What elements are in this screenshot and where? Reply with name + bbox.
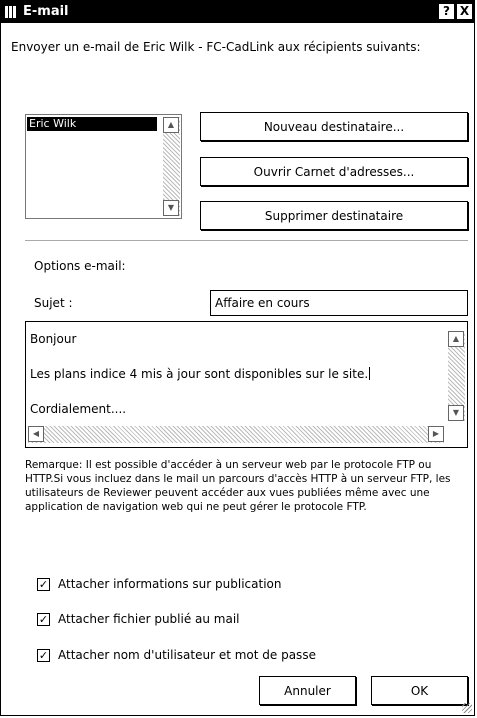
close-button[interactable]: X [457, 4, 472, 19]
text-caret [369, 367, 371, 380]
arrow-up-icon[interactable]: ▲ [163, 117, 179, 133]
recipients-list[interactable]: Eric Wilk ▲ ▼ [25, 114, 182, 219]
message-vertical-scrollbar[interactable]: ▲ ▼ [448, 331, 465, 421]
resize-grip-icon[interactable] [462, 703, 472, 713]
list-item[interactable]: Eric Wilk [27, 117, 157, 131]
note-text: Remarque: Il est possible d'accéder à un… [25, 459, 451, 513]
message-body[interactable]: Bonjour Les plans indice 4 mis à jour so… [25, 321, 468, 448]
delete-recipient-button[interactable]: Supprimer destinataire [200, 201, 468, 230]
checkbox-label: Attacher fichier publié au mail [58, 612, 240, 626]
bars-app-icon [5, 6, 19, 18]
checkbox-label: Attacher informations sur publication [58, 577, 282, 591]
message-line: Les plans indice 4 mis à jour sont dispo… [30, 367, 371, 381]
open-address-book-button[interactable]: Ouvrir Carnet d'adresses... [200, 157, 468, 186]
subject-input[interactable]: Affaire en cours [210, 290, 468, 316]
options-label: Options e-mail: [34, 259, 126, 273]
email-dialog: E-mail ? X Envoyer un e-mail de Eric Wil… [0, 0, 475, 716]
subject-label: Sujet : [34, 296, 73, 310]
title-bar[interactable]: E-mail ? X [1, 1, 474, 23]
recipients-scrollbar[interactable]: ▲ ▼ [163, 117, 180, 216]
ok-button[interactable]: OK [371, 676, 468, 705]
new-recipient-button[interactable]: Nouveau destinataire... [200, 112, 468, 141]
window-title: E-mail [23, 4, 69, 19]
header-text: Envoyer un e-mail de Eric Wilk - FC-CadL… [11, 40, 421, 54]
checkmark-icon[interactable]: ✓ [37, 613, 50, 626]
arrow-up-icon[interactable]: ▲ [448, 331, 464, 347]
message-horizontal-scrollbar[interactable]: ◀ ▶ [28, 426, 444, 443]
divider [25, 240, 468, 241]
checkmark-icon[interactable]: ✓ [37, 649, 50, 662]
message-line: Cordialement.... [30, 402, 127, 416]
arrow-left-icon[interactable]: ◀ [28, 426, 44, 442]
cancel-button[interactable]: Annuler [259, 676, 356, 705]
message-line: Bonjour [30, 332, 77, 346]
checkmark-icon[interactable]: ✓ [37, 578, 50, 591]
arrow-right-icon[interactable]: ▶ [428, 426, 444, 442]
checkbox-label: Attacher nom d'utilisateur et mot de pas… [58, 648, 316, 662]
arrow-down-icon[interactable]: ▼ [448, 405, 464, 421]
arrow-down-icon[interactable]: ▼ [163, 200, 179, 216]
help-button[interactable]: ? [439, 4, 454, 19]
